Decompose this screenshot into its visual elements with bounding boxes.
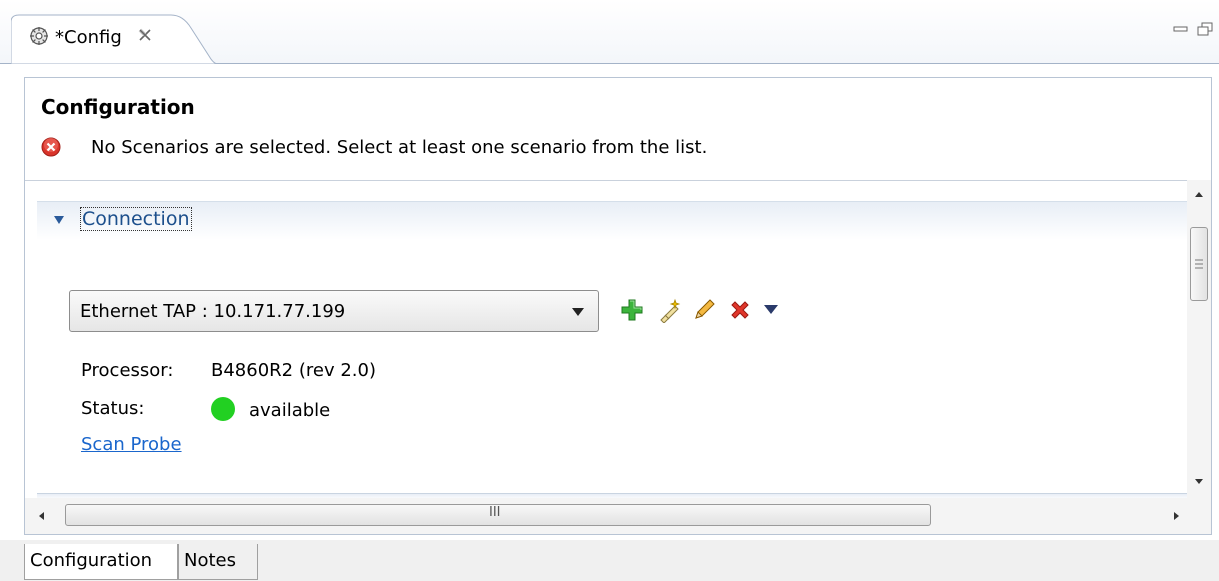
editor-tab-title: *Config	[55, 27, 122, 48]
horizontal-scroll-thumb[interactable]: III	[65, 504, 931, 526]
scroll-left-icon[interactable]	[37, 511, 47, 521]
pencil-icon[interactable]	[691, 297, 717, 323]
status-indicator-icon	[211, 397, 235, 421]
delete-icon[interactable]	[727, 297, 753, 323]
grip-icon	[1195, 259, 1203, 269]
scroll-right-icon[interactable]	[1171, 511, 1181, 521]
editor-tab-config[interactable]: *Config	[11, 14, 217, 64]
processor-label: Processor:	[81, 360, 174, 381]
section-header-connection[interactable]: Connection	[37, 201, 1187, 240]
scroll-grip: III	[489, 505, 501, 520]
chevron-down-icon[interactable]	[53, 215, 65, 225]
section-title-connection[interactable]: Connection	[80, 207, 192, 231]
page-title: Configuration	[41, 95, 195, 119]
vertical-scroll-thumb[interactable]	[1190, 227, 1208, 301]
tab-configuration[interactable]: Configuration	[24, 544, 178, 580]
minimize-icon[interactable]	[1172, 22, 1190, 36]
connection-select[interactable]: Ethernet TAP : 10.171.77.199	[69, 290, 599, 332]
tab-notes-label: Notes	[184, 550, 236, 571]
add-icon[interactable]	[619, 297, 645, 323]
scroll-up-icon[interactable]	[1194, 190, 1204, 200]
tab-notes[interactable]: Notes	[178, 544, 258, 580]
chevron-down-icon[interactable]	[572, 308, 584, 316]
maximize-icon[interactable]	[1196, 22, 1214, 36]
error-message: No Scenarios are selected. Select at lea…	[91, 137, 708, 158]
gear-icon	[30, 27, 48, 45]
form-header: Configuration No Scenarios are selected.…	[25, 78, 1211, 181]
connection-select-value: Ethernet TAP : 10.171.77.199	[80, 301, 346, 322]
dropdown-icon[interactable]	[763, 304, 779, 316]
vertical-scrollbar[interactable]	[1187, 180, 1211, 498]
tab-configuration-label: Configuration	[30, 550, 153, 571]
wand-icon[interactable]	[657, 297, 683, 323]
close-icon[interactable]	[137, 27, 153, 43]
status-label: Status:	[81, 398, 145, 419]
config-editor-panel: Configuration No Scenarios are selected.…	[24, 77, 1212, 535]
error-icon	[41, 137, 61, 157]
scroll-down-icon[interactable]	[1194, 476, 1204, 486]
horizontal-scrollbar[interactable]: III	[25, 498, 1211, 534]
scan-probe-link[interactable]: Scan Probe	[81, 434, 182, 455]
processor-value: B4860R2 (rev 2.0)	[211, 360, 376, 381]
status-value: available	[249, 400, 331, 421]
